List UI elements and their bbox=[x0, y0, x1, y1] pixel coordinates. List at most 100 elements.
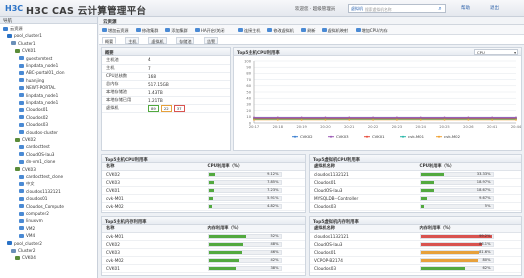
table-row[interactable]: cvk-M02 42% bbox=[102, 256, 305, 265]
table-row[interactable]: cloudos1132121 33.33% bbox=[310, 170, 521, 179]
usage-bar-fill bbox=[208, 196, 213, 200]
tree-item[interactable]: cloudos-cluster bbox=[19, 129, 58, 136]
table-row[interactable]: cloudos1132121 99.2% bbox=[310, 232, 521, 241]
column-header[interactable]: 虚拟机名称 bbox=[310, 163, 416, 171]
tree-item[interactable]: Cloudos01 bbox=[19, 106, 48, 113]
global-search[interactable]: 虚拟机 搜索虚拟机名称 ⌕ bbox=[348, 4, 446, 13]
column-header[interactable]: 虚拟机名称 bbox=[310, 225, 416, 233]
tree-item[interactable]: linpdata_node1 bbox=[19, 99, 58, 106]
table-row[interactable]: CVK02 9.12% bbox=[102, 170, 305, 179]
vm-status-badge[interactable]: 37 bbox=[173, 104, 185, 112]
column-header[interactable]: 名称 bbox=[102, 163, 204, 171]
tree-item[interactable]: pool_cluster1 bbox=[7, 32, 42, 39]
tree-item[interactable]: NEWT-PORTAL bbox=[19, 84, 55, 91]
tree-item[interactable]: 云资源 bbox=[3, 25, 23, 32]
tree-item[interactable]: pool_cluster2 bbox=[7, 240, 42, 247]
table-row[interactable]: Cloudos03 62% bbox=[310, 264, 521, 273]
table-row[interactable]: CVK03 46% bbox=[102, 248, 305, 257]
toolbar-button[interactable]: 刷新 bbox=[301, 27, 316, 34]
tree-item[interactable]: VM4 bbox=[19, 232, 35, 239]
usage-bar: 81.6% bbox=[419, 249, 494, 255]
toolbar-button[interactable]: 修改集群 bbox=[136, 27, 158, 34]
tree-item[interactable]: VM2 bbox=[19, 225, 35, 232]
usage-value: 5.91% bbox=[267, 195, 279, 200]
table-row[interactable]: Cloudos01 18.97% bbox=[310, 178, 521, 187]
tree-item[interactable]: CloudOS-lau3 bbox=[19, 151, 54, 158]
column-header[interactable]: 名称 bbox=[102, 225, 204, 233]
column-header[interactable]: 内存利用率（%） bbox=[415, 225, 521, 233]
tree-item[interactable]: cloudos01 bbox=[19, 195, 47, 202]
search-input[interactable]: 搜索虚拟机名称 bbox=[365, 7, 392, 13]
table-row[interactable]: VCPOP-B2174 80% bbox=[310, 256, 521, 265]
tree-item-label: Cluster1 bbox=[18, 40, 36, 46]
toolbar-button[interactable]: 添加集群 bbox=[165, 27, 188, 34]
metric-select[interactable]: CPU ▾ bbox=[474, 49, 518, 55]
tab-1[interactable]: 主机 bbox=[125, 36, 140, 44]
vm-status-badge[interactable]: 22 bbox=[160, 104, 172, 112]
tree-item[interactable]: CVK01 bbox=[15, 47, 36, 54]
column-header[interactable]: 内存利用率（%） bbox=[203, 225, 305, 233]
data-point bbox=[276, 119, 279, 121]
tree-item[interactable]: CVK02 bbox=[15, 136, 36, 143]
table-row[interactable]: cvk-M01 52% bbox=[102, 232, 305, 241]
tab-4[interactable]: 告警 bbox=[204, 36, 219, 44]
table-row[interactable]: CVK02 48% bbox=[102, 240, 305, 249]
tab-3[interactable]: 存储池 bbox=[176, 36, 195, 44]
tab-bar: 概要 主机 虚拟机 存储池 告警 bbox=[99, 35, 524, 45]
tree-item-label: cloudos01 bbox=[26, 196, 48, 202]
toolbar-button[interactable]: HA开启/关闭 bbox=[194, 27, 224, 34]
row-name: Cloudos01 bbox=[310, 178, 416, 187]
data-point bbox=[443, 119, 446, 121]
tree-item[interactable]: huanjing bbox=[19, 77, 44, 84]
tab-2[interactable]: 虚拟机 bbox=[148, 36, 167, 44]
table-row[interactable]: CVK03 7.85% bbox=[102, 178, 305, 187]
tree-item[interactable]: cloudos1132121 bbox=[19, 188, 61, 195]
table-row[interactable]: Cloudos01 81.6% bbox=[310, 248, 521, 257]
search-icon[interactable]: ⌕ bbox=[435, 5, 445, 12]
tree-item[interactable]: 中文 bbox=[19, 180, 34, 187]
toolbar-button[interactable]: 增加云资源 bbox=[102, 27, 128, 34]
search-scope-select[interactable]: 虚拟机 bbox=[351, 6, 363, 12]
tree-item[interactable]: linuxvm bbox=[19, 217, 43, 224]
tree-item-label: CVK03 bbox=[22, 166, 36, 172]
tree-item[interactable]: Cluster2 bbox=[11, 247, 36, 254]
summary-key: CPU总核数 bbox=[102, 72, 144, 81]
tree-item[interactable]: Cloudos03 bbox=[19, 121, 48, 128]
table-row[interactable]: cvk-M01 5.91% bbox=[102, 194, 305, 203]
toolbar-button[interactable]: 修改虚拟机 bbox=[267, 27, 294, 34]
toolbar-button[interactable]: 连接主机 bbox=[238, 27, 260, 34]
tree-item[interactable]: Cloudos02 bbox=[19, 114, 48, 121]
vm-status-badge[interactable]: 89 bbox=[148, 104, 159, 112]
tree-item[interactable]: CVK03 bbox=[15, 166, 36, 173]
host-icon bbox=[15, 255, 20, 260]
table-row[interactable]: CloudOS-lau3 86.1% bbox=[310, 240, 521, 249]
tree-item[interactable]: computer2 bbox=[19, 210, 49, 217]
toolbar-button[interactable]: 增加CPU/内存 bbox=[355, 27, 388, 34]
tree-item[interactable]: cardocttest bbox=[19, 143, 50, 150]
tree-item[interactable]: Cloudos_Compute bbox=[19, 203, 64, 210]
column-header[interactable]: CPU利用率（%） bbox=[415, 163, 521, 171]
tree-item[interactable]: linpdata_node1 bbox=[19, 62, 58, 69]
tree-item[interactable]: dn-vm1_clone bbox=[19, 158, 55, 165]
table-row[interactable]: cvk-M02 4.82% bbox=[102, 202, 305, 211]
tree-item[interactable]: Cluster1 bbox=[11, 40, 36, 47]
tree-item[interactable]: cardocttest_clone bbox=[19, 173, 63, 180]
data-point bbox=[324, 119, 327, 121]
tree-item[interactable]: ABC-portal01_clon bbox=[19, 69, 65, 76]
usage-bar-fill bbox=[420, 266, 466, 270]
tree-item[interactable]: CVK04 bbox=[15, 254, 36, 261]
usage-value: 33.33% bbox=[476, 171, 491, 176]
table-row[interactable]: Cloudos03 5% bbox=[310, 202, 521, 211]
logout-link[interactable]: 退出 bbox=[490, 5, 499, 11]
toolbar-button[interactable]: 虚拟机映射 bbox=[321, 27, 348, 34]
tree-item[interactable]: linpdata_node1 bbox=[19, 92, 58, 99]
help-link[interactable]: 帮助 bbox=[461, 5, 470, 11]
tree-item[interactable]: guestvmtest bbox=[19, 55, 52, 62]
table-row[interactable]: CVK01 7.23% bbox=[102, 186, 305, 195]
table-row[interactable]: CVK01 38% bbox=[102, 264, 305, 273]
tab-0[interactable]: 概要 bbox=[102, 36, 117, 44]
column-header[interactable]: CPU利用率（%） bbox=[203, 163, 305, 171]
table-row[interactable]: MYSQLDB--Controller 9.67% bbox=[310, 194, 521, 203]
usage-bar-fill bbox=[208, 180, 215, 184]
table-row[interactable]: CloudOS-lau3 18.67% bbox=[310, 186, 521, 195]
